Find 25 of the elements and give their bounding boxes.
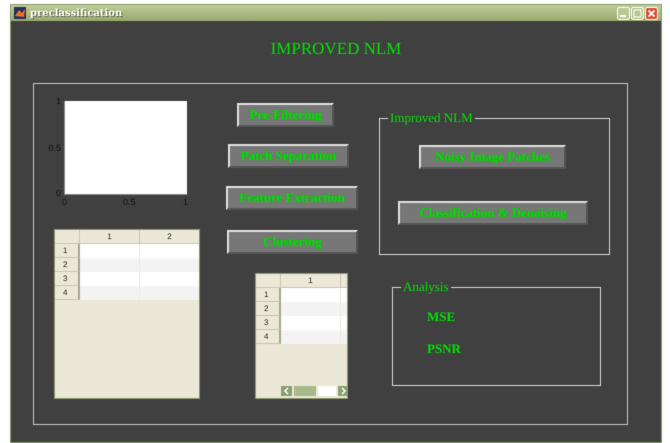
action-button[interactable]: Feature Extraction [226, 186, 358, 210]
action-button[interactable]: Noisy Image Patches [419, 145, 566, 169]
table-cell [281, 330, 341, 344]
close-icon[interactable] [645, 6, 658, 20]
table-cell [281, 302, 341, 316]
action-button[interactable]: Pre-Filtering [237, 103, 334, 127]
table-cell [80, 258, 140, 272]
scroll-bar[interactable] [281, 386, 347, 396]
maximize-icon[interactable] [631, 6, 644, 20]
group-title: Improved NLM [388, 110, 475, 126]
action-button[interactable]: Classification & Denoising [398, 201, 588, 225]
table-cell [80, 286, 140, 300]
action-button[interactable]: Clustering [227, 230, 358, 254]
table-cell [80, 272, 140, 286]
action-button[interactable]: Patch Separation [228, 144, 349, 168]
minimize-icon[interactable] [617, 6, 630, 20]
window-title: preclassification [30, 8, 124, 18]
table-cell [281, 316, 341, 330]
metric-label: MSE [427, 309, 456, 325]
app-icon [14, 7, 26, 19]
page-heading: IMPROVED NLM [270, 39, 402, 59]
metric-label: PSNR [427, 341, 462, 357]
group-title: Analysis [401, 279, 450, 295]
table-cell [80, 244, 140, 258]
table-cell [281, 288, 341, 302]
